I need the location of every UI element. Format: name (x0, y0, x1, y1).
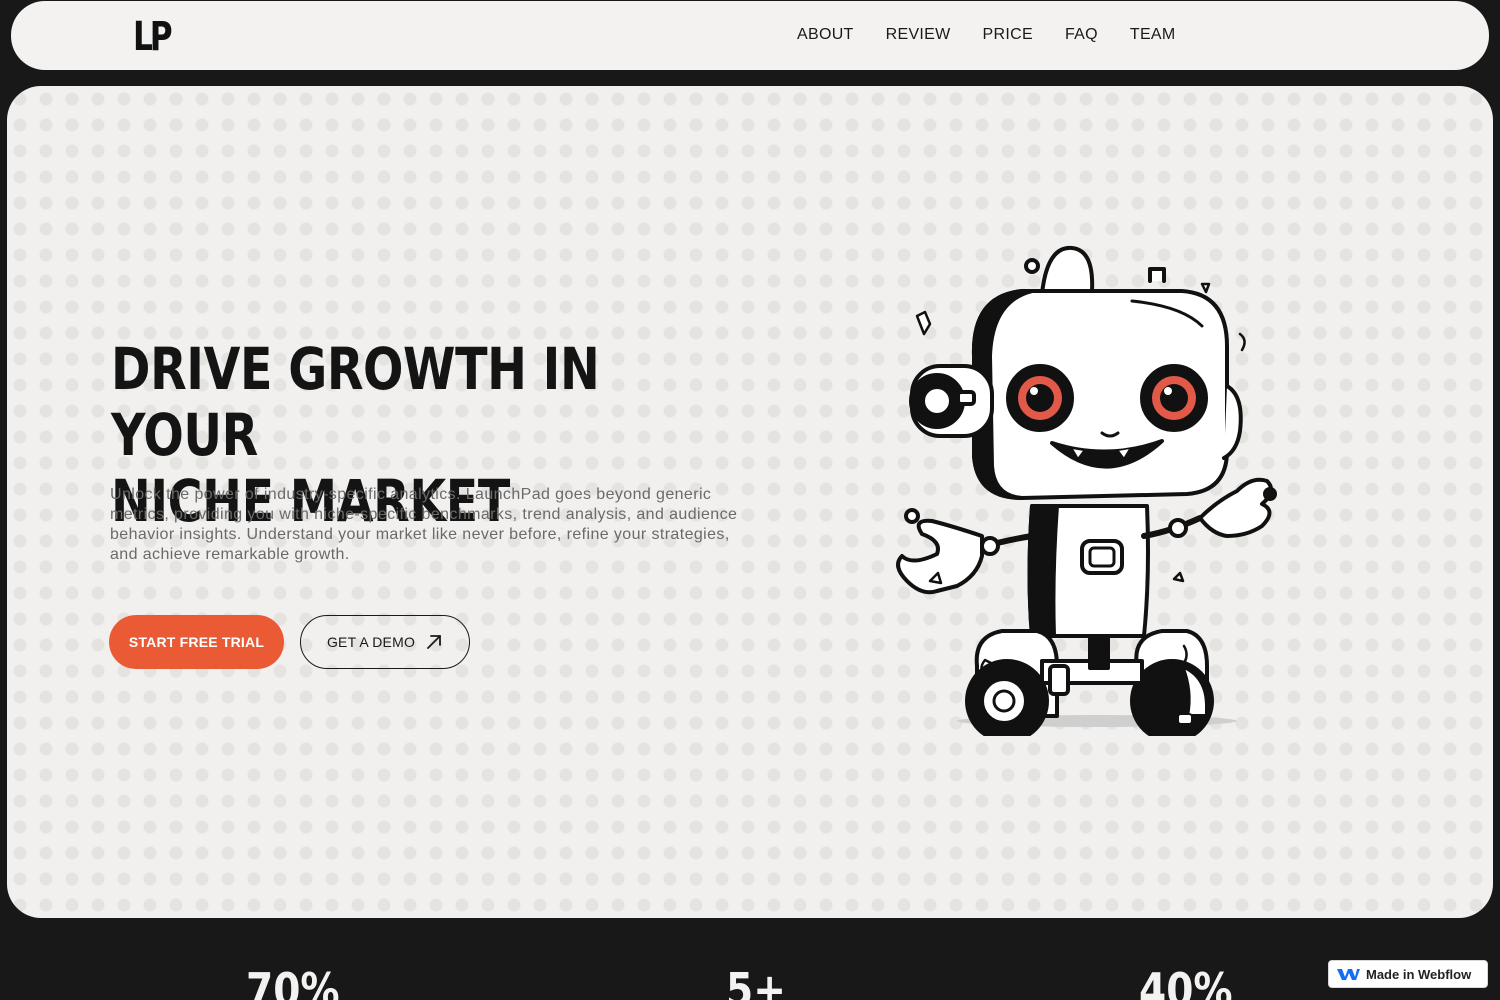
nav-link-price[interactable]: PRICE (983, 26, 1033, 44)
logo[interactable]: LP (133, 15, 173, 59)
navbar: LP ABOUT REVIEW PRICE FAQ TEAM (11, 1, 1489, 70)
nav-links: ABOUT REVIEW PRICE FAQ TEAM (797, 26, 1176, 44)
hero-title-line-1: DRIVE GROWTH IN YOUR (111, 335, 600, 469)
hero-description: Unlock the power of industry-specific an… (110, 486, 738, 563)
start-free-trial-button[interactable]: START FREE TRIAL (109, 615, 284, 669)
stat-value-3: 40% (1139, 963, 1233, 1000)
stat-value-2: 5+ (726, 963, 786, 1000)
hero-section: DRIVE GROWTH IN YOUR NICHE MARKET Unlock… (7, 86, 1493, 918)
stat-value-1: 70% (246, 963, 340, 1000)
badge-label: Made in Webflow (1366, 966, 1472, 982)
robot-illustration (896, 245, 1277, 736)
made-in-webflow-badge[interactable]: Made in Webflow (1328, 960, 1488, 988)
webflow-logo-icon (1337, 969, 1360, 980)
nav-link-team[interactable]: TEAM (1130, 26, 1176, 44)
get-a-demo-button[interactable]: GET A DEMO (300, 615, 470, 669)
nav-link-about[interactable]: ABOUT (797, 26, 854, 44)
nav-link-review[interactable]: REVIEW (886, 26, 951, 44)
get-a-demo-label: GET A DEMO (326, 634, 416, 650)
nav-link-faq[interactable]: FAQ (1065, 26, 1098, 44)
arrow-up-right-icon (427, 635, 441, 649)
